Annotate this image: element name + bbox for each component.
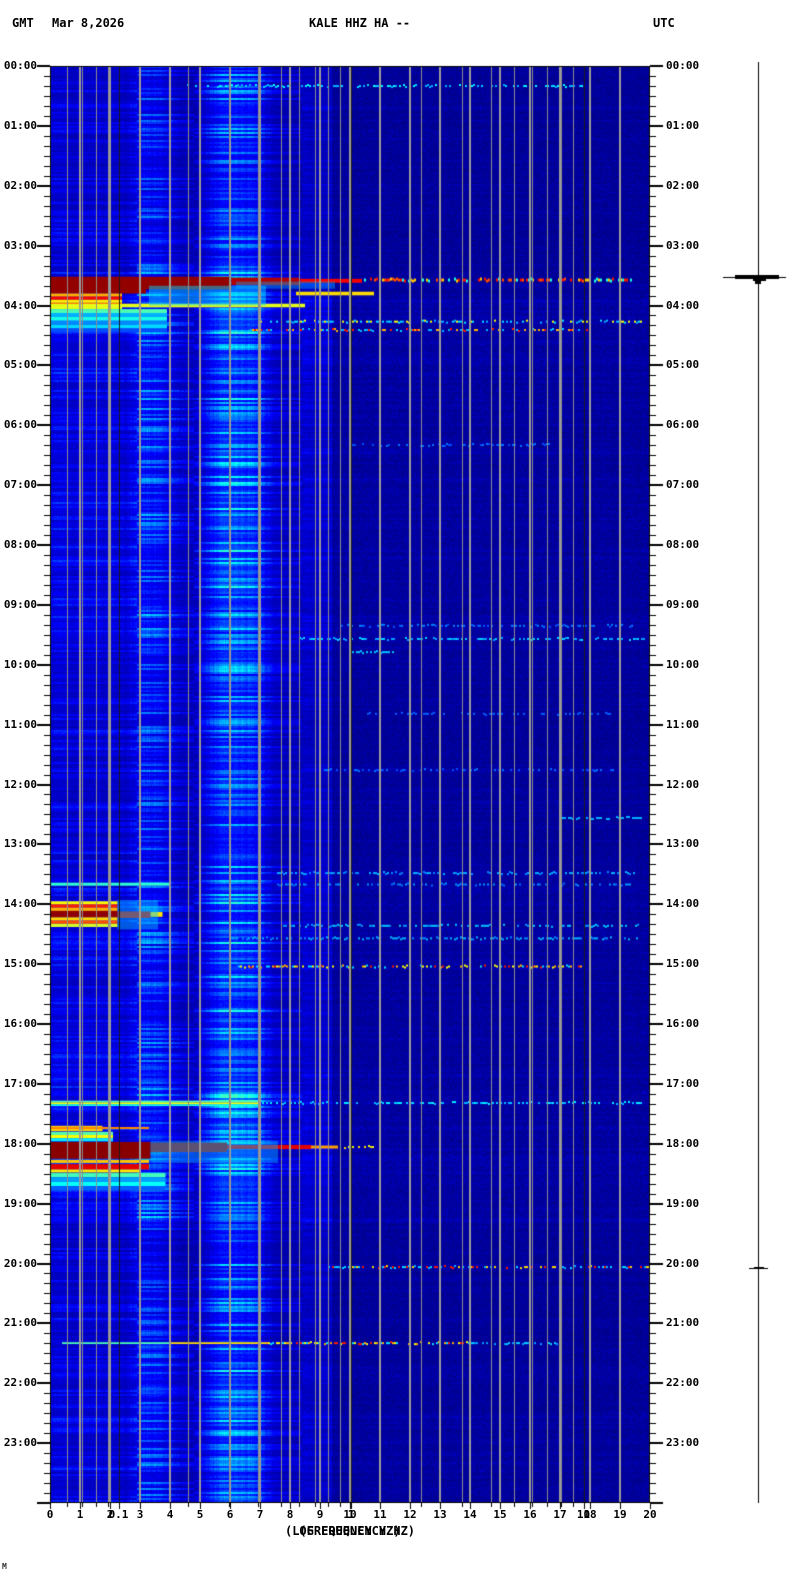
freq-tick-label: 5 bbox=[183, 1509, 217, 1521]
hour-label-left: 07:00 bbox=[1, 479, 37, 491]
hour-label-left: 20:00 bbox=[1, 1258, 37, 1270]
hour-label-left: 03:00 bbox=[1, 240, 37, 252]
hour-label-left: 19:00 bbox=[1, 1198, 37, 1210]
hour-label-left: 21:00 bbox=[1, 1317, 37, 1329]
hour-label-right: 08:00 bbox=[666, 539, 699, 551]
hour-label-left: 12:00 bbox=[1, 779, 37, 791]
hour-label-left: 10:00 bbox=[1, 659, 37, 671]
log-freq-axis-caption: (LOG FREQUENCY HZ) bbox=[200, 1524, 500, 1538]
hour-label-right: 07:00 bbox=[666, 479, 699, 491]
hour-label-left: 06:00 bbox=[1, 419, 37, 431]
freq-tick-label: 7 bbox=[243, 1509, 277, 1521]
hour-label-right: 23:00 bbox=[666, 1437, 699, 1449]
freq-tick-label: 4 bbox=[153, 1509, 187, 1521]
spectrogram-canvas bbox=[0, 0, 802, 1584]
hour-label-right: 16:00 bbox=[666, 1018, 699, 1030]
timezone-right-label: UTC bbox=[653, 17, 675, 30]
hour-label-right: 09:00 bbox=[666, 599, 699, 611]
hour-label-right: 21:00 bbox=[666, 1317, 699, 1329]
station-title: KALE HHZ HA -- bbox=[309, 17, 410, 30]
hour-label-right: 20:00 bbox=[666, 1258, 699, 1270]
corner-artifact: M bbox=[2, 1562, 7, 1571]
hour-label-right: 17:00 bbox=[666, 1078, 699, 1090]
hour-label-left: 22:00 bbox=[1, 1377, 37, 1389]
hour-label-right: 14:00 bbox=[666, 898, 699, 910]
freq-tick-label: 1 bbox=[63, 1509, 97, 1521]
hour-label-right: 01:00 bbox=[666, 120, 699, 132]
freq-tick-label: 8 bbox=[273, 1509, 307, 1521]
freq-tick-label: 15 bbox=[483, 1509, 517, 1521]
hour-label-right: 12:00 bbox=[666, 779, 699, 791]
spectrogram-page: GMT Mar 8,2026 KALE HHZ HA -- UTC 00:00 0… bbox=[0, 0, 802, 1584]
hour-label-left: 17:00 bbox=[1, 1078, 37, 1090]
hour-label-right: 03:00 bbox=[666, 240, 699, 252]
freq-tick-label: 14 bbox=[453, 1509, 487, 1521]
freq-tick-label: 11 bbox=[363, 1509, 397, 1521]
hour-label-right: 11:00 bbox=[666, 719, 699, 731]
log-freq-tick-label: 10 bbox=[567, 1509, 601, 1521]
hour-label-left: 16:00 bbox=[1, 1018, 37, 1030]
freq-tick-label: 9 bbox=[303, 1509, 337, 1521]
hour-label-left: 00:00 bbox=[1, 60, 37, 72]
hour-label-left: 13:00 bbox=[1, 838, 37, 850]
hour-label-right: 13:00 bbox=[666, 838, 699, 850]
freq-tick-label: 20 bbox=[633, 1509, 667, 1521]
hour-label-left: 09:00 bbox=[1, 599, 37, 611]
freq-tick-label: 19 bbox=[603, 1509, 637, 1521]
hour-label-right: 18:00 bbox=[666, 1138, 699, 1150]
freq-tick-label: 13 bbox=[423, 1509, 457, 1521]
hour-label-right: 15:00 bbox=[666, 958, 699, 970]
date-label: Mar 8,2026 bbox=[52, 17, 124, 30]
hour-label-left: 23:00 bbox=[1, 1437, 37, 1449]
freq-tick-label: 0 bbox=[33, 1509, 67, 1521]
hour-label-left: 15:00 bbox=[1, 958, 37, 970]
log-freq-tick-label: 1 bbox=[334, 1509, 368, 1521]
hour-label-left: 08:00 bbox=[1, 539, 37, 551]
hour-label-right: 05:00 bbox=[666, 359, 699, 371]
timezone-left-label: GMT bbox=[12, 17, 34, 30]
hour-label-right: 19:00 bbox=[666, 1198, 699, 1210]
hour-label-left: 11:00 bbox=[1, 719, 37, 731]
log-freq-tick-label: 0.1 bbox=[102, 1509, 136, 1521]
hour-label-right: 06:00 bbox=[666, 419, 699, 431]
freq-tick-label: 16 bbox=[513, 1509, 547, 1521]
freq-tick-label: 6 bbox=[213, 1509, 247, 1521]
hour-label-left: 01:00 bbox=[1, 120, 37, 132]
freq-tick-label: 12 bbox=[393, 1509, 427, 1521]
hour-label-left: 05:00 bbox=[1, 359, 37, 371]
hour-label-right: 04:00 bbox=[666, 300, 699, 312]
hour-label-left: 18:00 bbox=[1, 1138, 37, 1150]
hour-label-left: 14:00 bbox=[1, 898, 37, 910]
hour-label-right: 02:00 bbox=[666, 180, 699, 192]
hour-label-right: 00:00 bbox=[666, 60, 699, 72]
hour-label-left: 04:00 bbox=[1, 300, 37, 312]
hour-label-left: 02:00 bbox=[1, 180, 37, 192]
hour-label-right: 22:00 bbox=[666, 1377, 699, 1389]
hour-label-right: 10:00 bbox=[666, 659, 699, 671]
